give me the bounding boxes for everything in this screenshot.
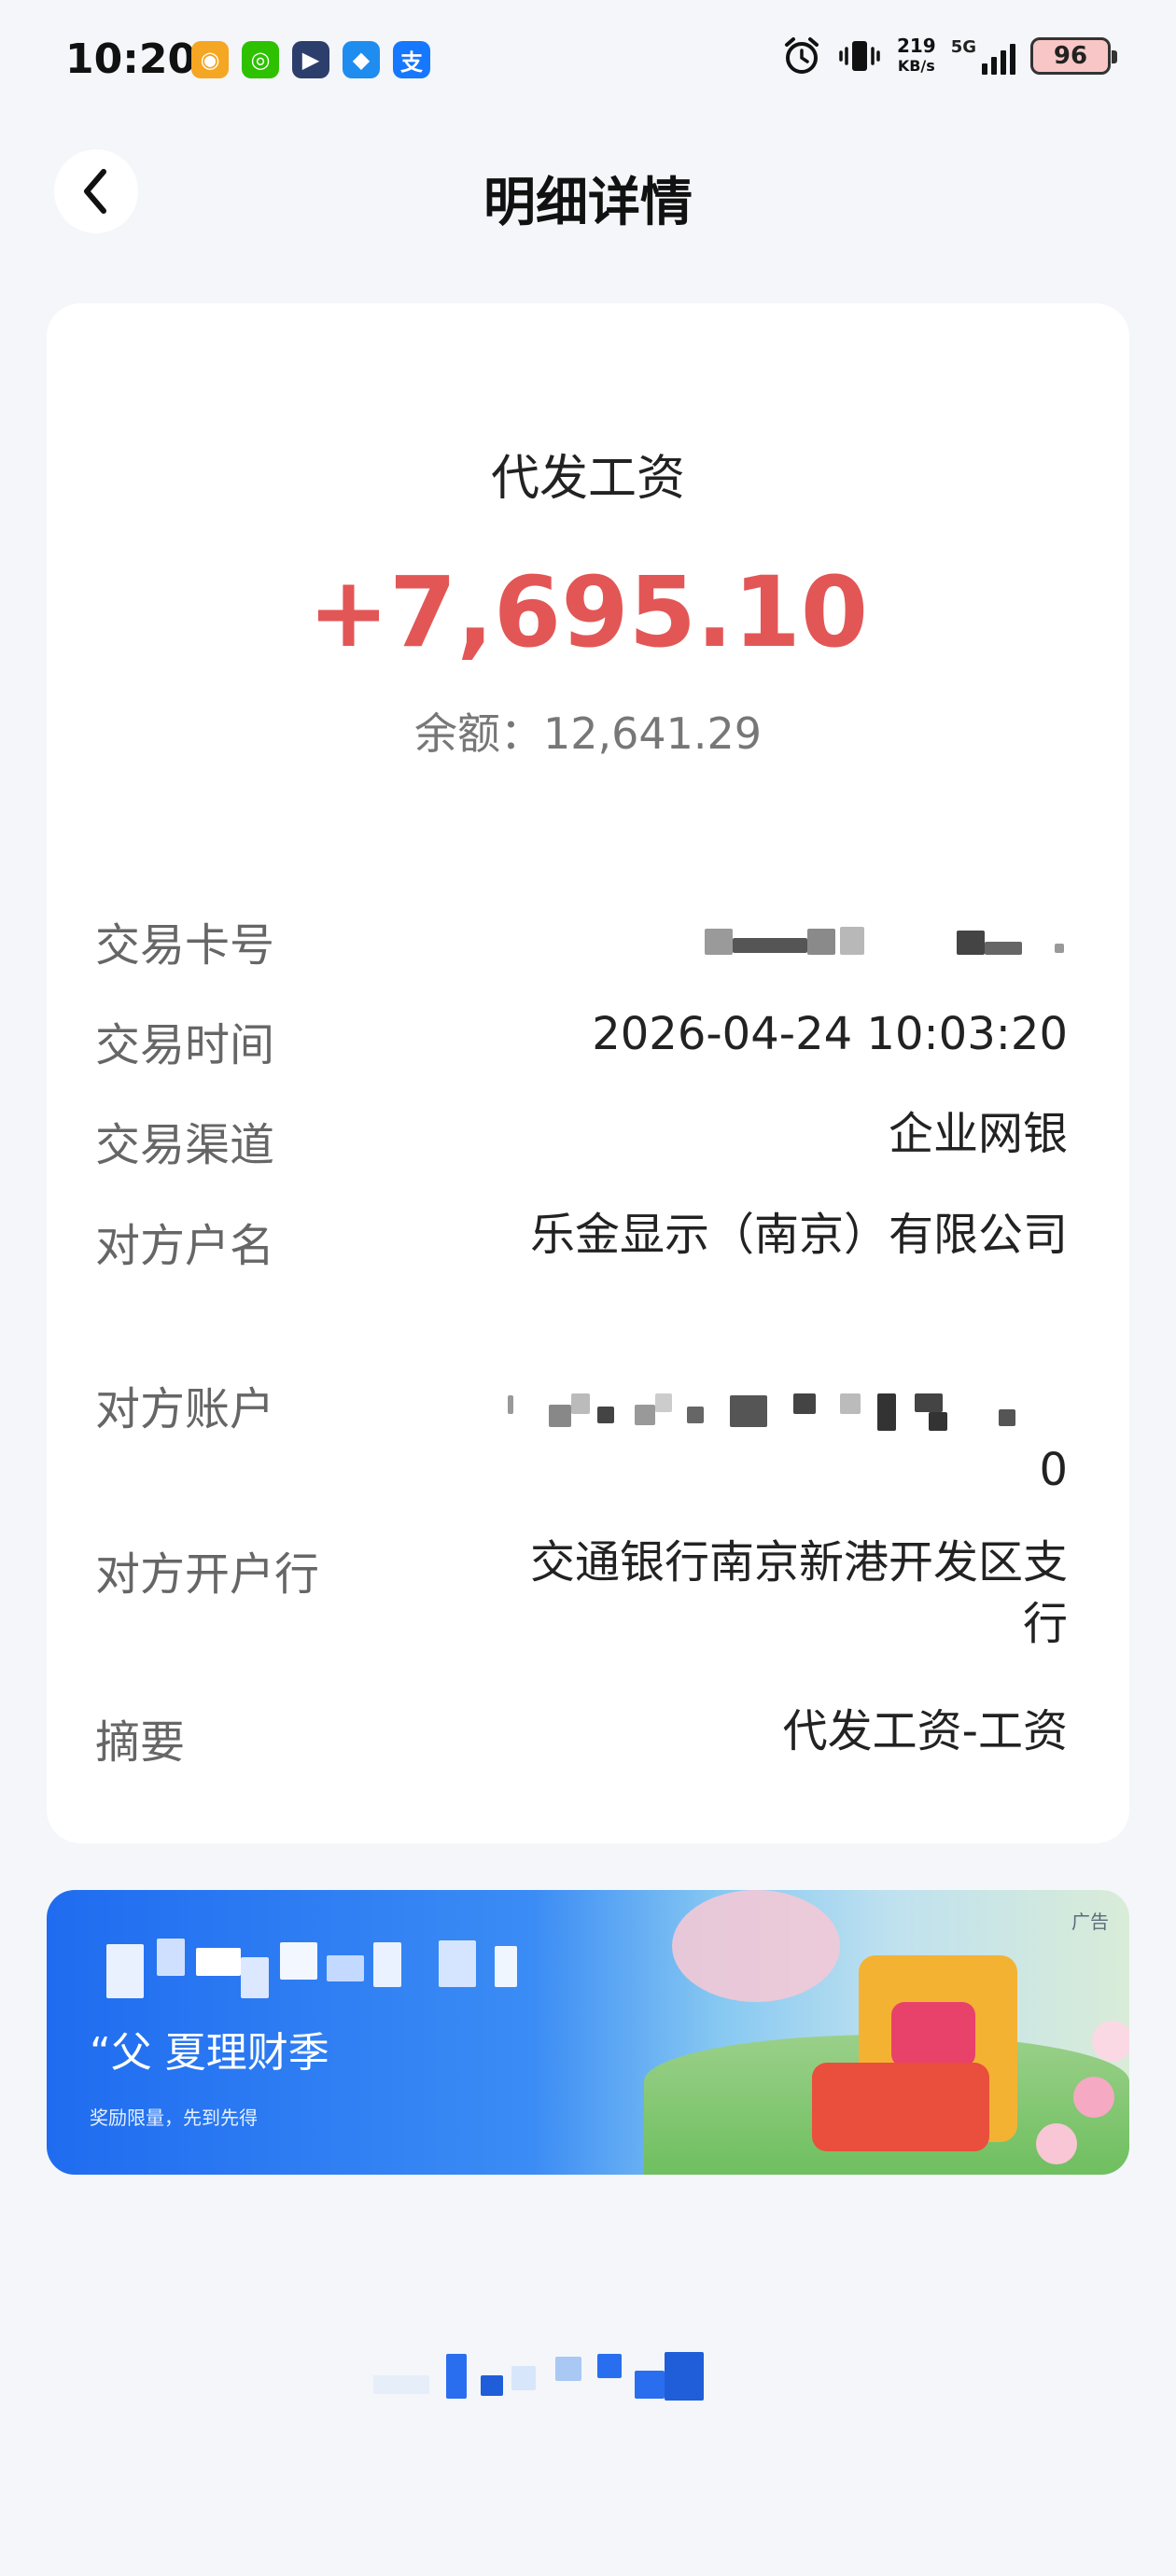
payer-account-label: 对方账户: [95, 1383, 275, 1435]
transaction-detail-card: 代发工资 +7,695.10 余额：12,641.29 交易卡号 交易时间 20…: [47, 303, 1129, 1843]
alarm-icon: [784, 37, 819, 74]
signal-strength-icon: 5G: [951, 37, 1015, 75]
payer-name-label: 对方户名: [95, 1220, 275, 1272]
transaction-type: 代发工资: [490, 451, 685, 507]
nav-bar: 明细详情: [0, 140, 1176, 243]
payer-bank-value: 交通银行南京新港开发区支行: [529, 1536, 1068, 1650]
cloud-app-icon: ◆: [343, 41, 380, 78]
transaction-time-value: 2026-04-24 10:03:20: [592, 1008, 1068, 1060]
promo-banner[interactable]: “父 夏理财季 奖励限量，先到先得 广告: [47, 1890, 1129, 2175]
network-speed-value: 219: [896, 35, 936, 57]
transaction-channel-value: 企业网银: [888, 1108, 1068, 1160]
payer-name-value: 乐金显示（南京）有限公司: [529, 1209, 1068, 1261]
banner-illustration: [644, 1890, 1129, 2175]
account-balance: 余额：12,641.29: [413, 708, 763, 759]
weibo-icon: ◉: [191, 41, 229, 78]
battery-icon: 96: [1030, 37, 1117, 75]
page-title: 明细详情: [483, 173, 693, 233]
battery-level: 96: [1053, 42, 1088, 70]
transaction-time-label: 交易时间: [95, 1019, 275, 1071]
vibrate-icon: [839, 41, 880, 71]
network-type: 5G: [950, 37, 976, 57]
banner-headline: “父 夏理财季: [90, 2029, 329, 2077]
ad-tag: 广告: [1071, 1911, 1109, 1933]
network-speed-unit: KB/s: [897, 57, 935, 75]
wechat-icon: ◎: [242, 41, 279, 78]
transaction-amount: +7,695.10: [307, 555, 869, 669]
network-speed: 219 KB/s: [897, 35, 936, 77]
alipay-icon: 支: [393, 41, 430, 78]
card-number-label: 交易卡号: [95, 919, 275, 972]
status-time: 10:20: [65, 35, 197, 83]
status-bar: 10:20 ◉ ◎ ▶ ◆ 支 219 KB/s 5G 96: [0, 0, 1176, 121]
payer-bank-label: 对方开户行: [95, 1548, 320, 1601]
banner-subtext: 奖励限量，先到先得: [90, 2107, 258, 2129]
memo-value: 代发工资-工资: [782, 1705, 1068, 1757]
payer-account-value-tail: 0: [1039, 1444, 1068, 1496]
notification-app-icons: ◉ ◎ ▶ ◆ 支: [191, 41, 430, 78]
video-app-icon: ▶: [292, 41, 329, 78]
transaction-channel-label: 交易渠道: [95, 1119, 275, 1171]
memo-label: 摘要: [95, 1716, 186, 1769]
status-indicators: 219 KB/s 5G 96: [781, 35, 1117, 77]
